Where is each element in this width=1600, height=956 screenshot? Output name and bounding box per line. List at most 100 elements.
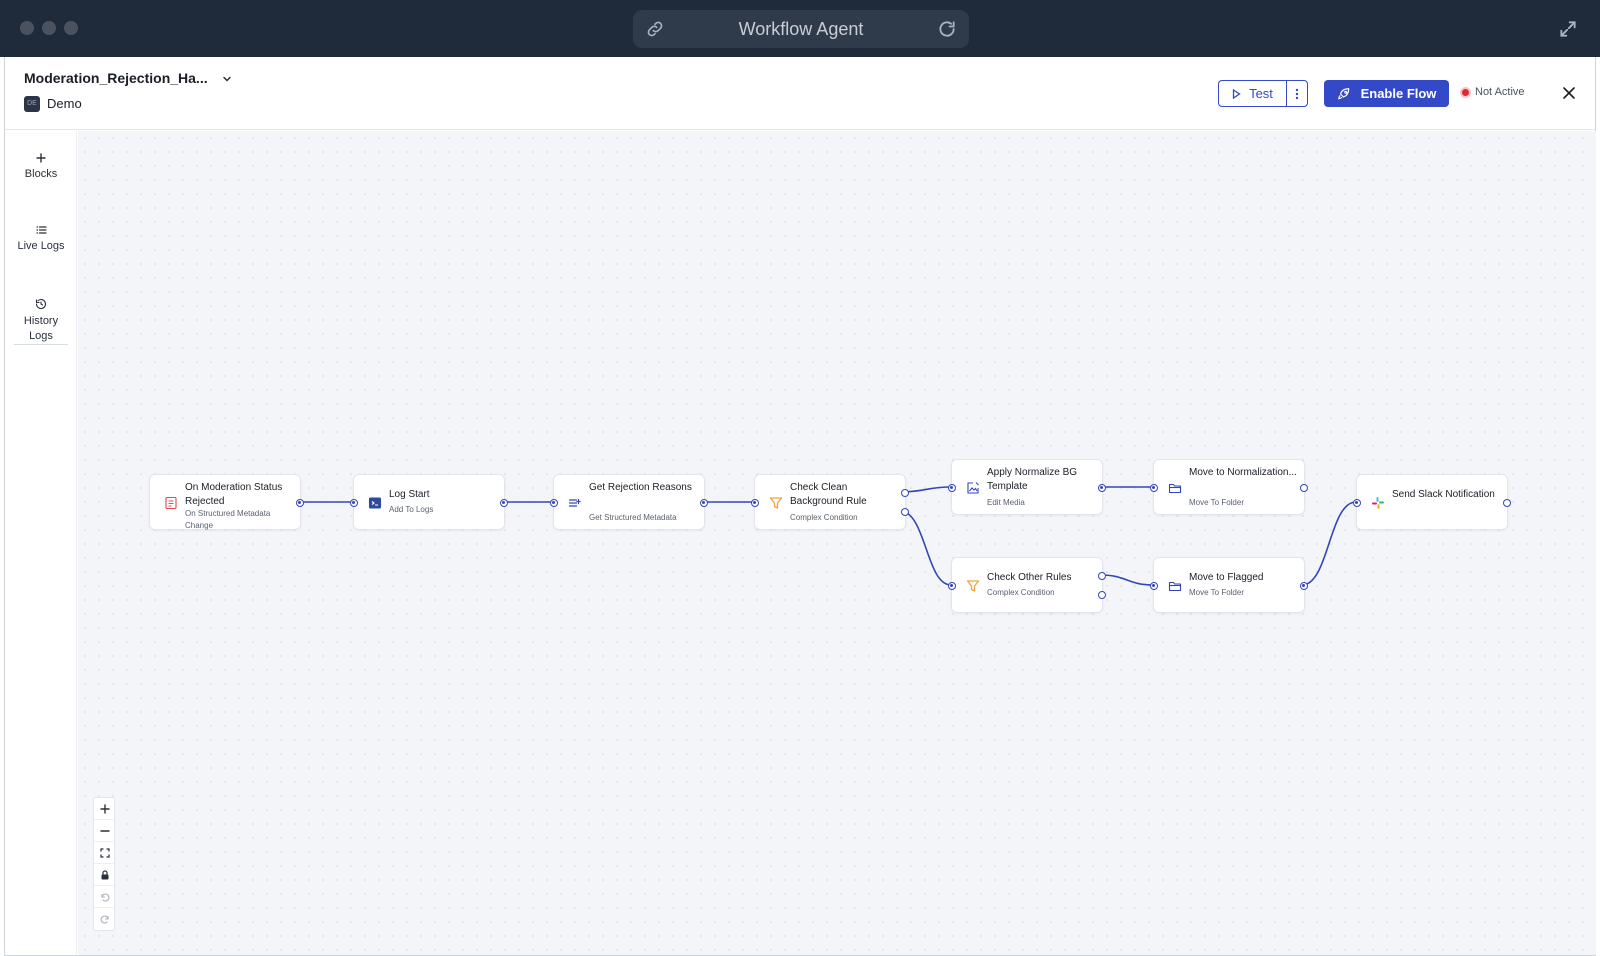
flow-header: Moderation_Rejection_Ha... DE Demo Test … <box>5 57 1595 130</box>
node-send-slack-notification[interactable]: Send Slack Notification <box>1353 474 1511 530</box>
image-edit-icon <box>967 482 979 494</box>
node-title: Log Start <box>389 489 430 500</box>
flow-edges <box>296 486 1357 586</box>
false-output-handle[interactable] <box>901 508 909 516</box>
node-move-to-flagged[interactable]: Move to Flagged Move To Folder <box>1150 557 1308 613</box>
input-handle[interactable] <box>948 582 956 590</box>
sidebar-blocks-label: Blocks <box>24 168 58 180</box>
undo-icon <box>101 893 110 902</box>
node-subtitle: Complex Condition <box>987 588 1055 597</box>
reload-icon[interactable] <box>937 19 957 39</box>
link-icon[interactable] <box>645 19 665 39</box>
sidebar-history-logs-label-line1: History <box>23 315 59 327</box>
folder-icon <box>1168 581 1182 592</box>
close-window-button[interactable] <box>20 21 34 35</box>
input-handle[interactable] <box>1150 582 1158 590</box>
address-bar[interactable]: Workflow Agent <box>633 10 969 48</box>
true-output-handle[interactable] <box>901 489 909 497</box>
node-check-other-rules[interactable]: Check Other Rules Complex Condition <box>948 557 1106 613</box>
node-get-rejection-reasons[interactable]: Get Rejection Reasons Get Structured Met… <box>550 474 708 530</box>
node-title: Check Clean Background Rule <box>790 482 867 507</box>
node-subtitle: Complex Condition <box>790 513 858 522</box>
flow-canvas[interactable]: On Moderation Status Rejected On Structu… <box>78 131 1596 955</box>
sidebar-item-blocks[interactable]: Blocks <box>5 153 77 182</box>
node-title: Send Slack Notification <box>1392 489 1495 500</box>
node-title: Apply Normalize BG Template <box>987 467 1078 492</box>
history-icon <box>35 298 47 310</box>
slack-icon <box>1372 497 1384 509</box>
zoom-in-button[interactable] <box>94 798 116 820</box>
window-title: Workflow Agent <box>738 19 864 39</box>
enable-flow-label: Enable Flow <box>1360 86 1437 101</box>
minus-icon <box>100 829 110 832</box>
input-handle[interactable] <box>550 499 558 507</box>
output-handle[interactable] <box>1098 484 1106 492</box>
output-handle[interactable] <box>500 499 508 507</box>
play-icon <box>1232 88 1241 99</box>
node-subtitle: Add To Logs <box>389 505 434 514</box>
input-handle[interactable] <box>751 499 759 507</box>
status-label: Not Active <box>1475 86 1525 98</box>
app-window: Moderation_Rejection_Ha... DE Demo Test … <box>4 57 1596 956</box>
sidebar-item-live-logs[interactable]: Live Logs <box>5 225 77 254</box>
false-output-handle[interactable] <box>1098 591 1106 599</box>
form-icon <box>165 496 177 510</box>
node-subtitle: Edit Media <box>987 498 1025 507</box>
node-title: Check Other Rules <box>987 572 1072 583</box>
node-title: Get Rejection Reasons <box>589 482 692 493</box>
node-subtitle: Get Structured Metadata <box>589 513 677 522</box>
output-handle[interactable] <box>1300 582 1308 590</box>
input-handle[interactable] <box>1150 484 1158 492</box>
window-controls <box>20 21 78 35</box>
zoom-out-button[interactable] <box>94 820 116 842</box>
status-dot <box>1462 88 1469 96</box>
folder-icon <box>1168 483 1182 494</box>
node-subtitle: Move To Folder <box>1189 498 1244 507</box>
terminal-icon <box>368 497 382 509</box>
plus-icon <box>36 153 46 163</box>
workspace-name: Demo <box>47 96 82 111</box>
redo-button[interactable] <box>94 908 116 930</box>
edge-check-other-to-move-flagged <box>1100 574 1154 586</box>
node-title: Move to Flagged <box>1189 572 1264 583</box>
lock-button[interactable] <box>94 864 116 886</box>
test-label: Test <box>1249 86 1273 101</box>
sidebar-item-history-logs[interactable]: History Logs <box>5 298 77 344</box>
edge-move-flagged-to-slack <box>1301 501 1357 586</box>
input-handle[interactable] <box>948 484 956 492</box>
zoom-controls <box>93 797 116 931</box>
node-check-clean-background-rule[interactable]: Check Clean Background Rule Complex Cond… <box>751 474 909 530</box>
output-handle[interactable] <box>1503 499 1511 507</box>
node-log-start[interactable]: Log Start Add To Logs <box>350 474 508 530</box>
output-handle[interactable] <box>296 499 304 507</box>
test-button[interactable]: Test <box>1218 80 1286 107</box>
node-apply-normalize-bg-template[interactable]: Apply Normalize BG Template Edit Media <box>948 459 1106 515</box>
fit-view-icon <box>100 847 110 858</box>
chevron-down-icon[interactable] <box>221 73 233 85</box>
edge-check-clean-to-check-other <box>899 510 952 586</box>
output-handle[interactable] <box>1300 484 1308 492</box>
input-handle[interactable] <box>1353 499 1361 507</box>
zoom-window-button[interactable] <box>64 21 78 35</box>
filter-icon <box>966 580 980 592</box>
node-title: Move to Normalization... <box>1189 467 1297 478</box>
undo-button[interactable] <box>94 886 116 908</box>
redo-icon <box>100 915 109 924</box>
output-handle[interactable] <box>700 499 708 507</box>
left-sidebar: Blocks Live Logs History Logs <box>5 131 77 955</box>
input-handle[interactable] <box>350 499 358 507</box>
flow-name[interactable]: Moderation_Rejection_Ha... <box>24 70 208 86</box>
list-icon <box>35 226 47 234</box>
node-on-moderation-status-rejected[interactable]: On Moderation Status Rejected On Structu… <box>149 474 304 530</box>
enable-flow-button[interactable]: Enable Flow <box>1324 80 1449 107</box>
minimize-window-button[interactable] <box>42 21 56 35</box>
test-more-button[interactable] <box>1286 80 1308 107</box>
fit-view-button[interactable] <box>94 842 116 864</box>
true-output-handle[interactable] <box>1098 572 1106 580</box>
close-icon[interactable] <box>1561 85 1577 101</box>
node-move-to-normalization[interactable]: Move to Normalization... Move To Folder <box>1150 459 1308 515</box>
expand-icon[interactable] <box>1558 19 1578 39</box>
flow-status: Not Active <box>1462 86 1525 98</box>
sidebar-divider <box>14 344 68 345</box>
node-title: On Moderation Status Rejected <box>185 482 283 507</box>
